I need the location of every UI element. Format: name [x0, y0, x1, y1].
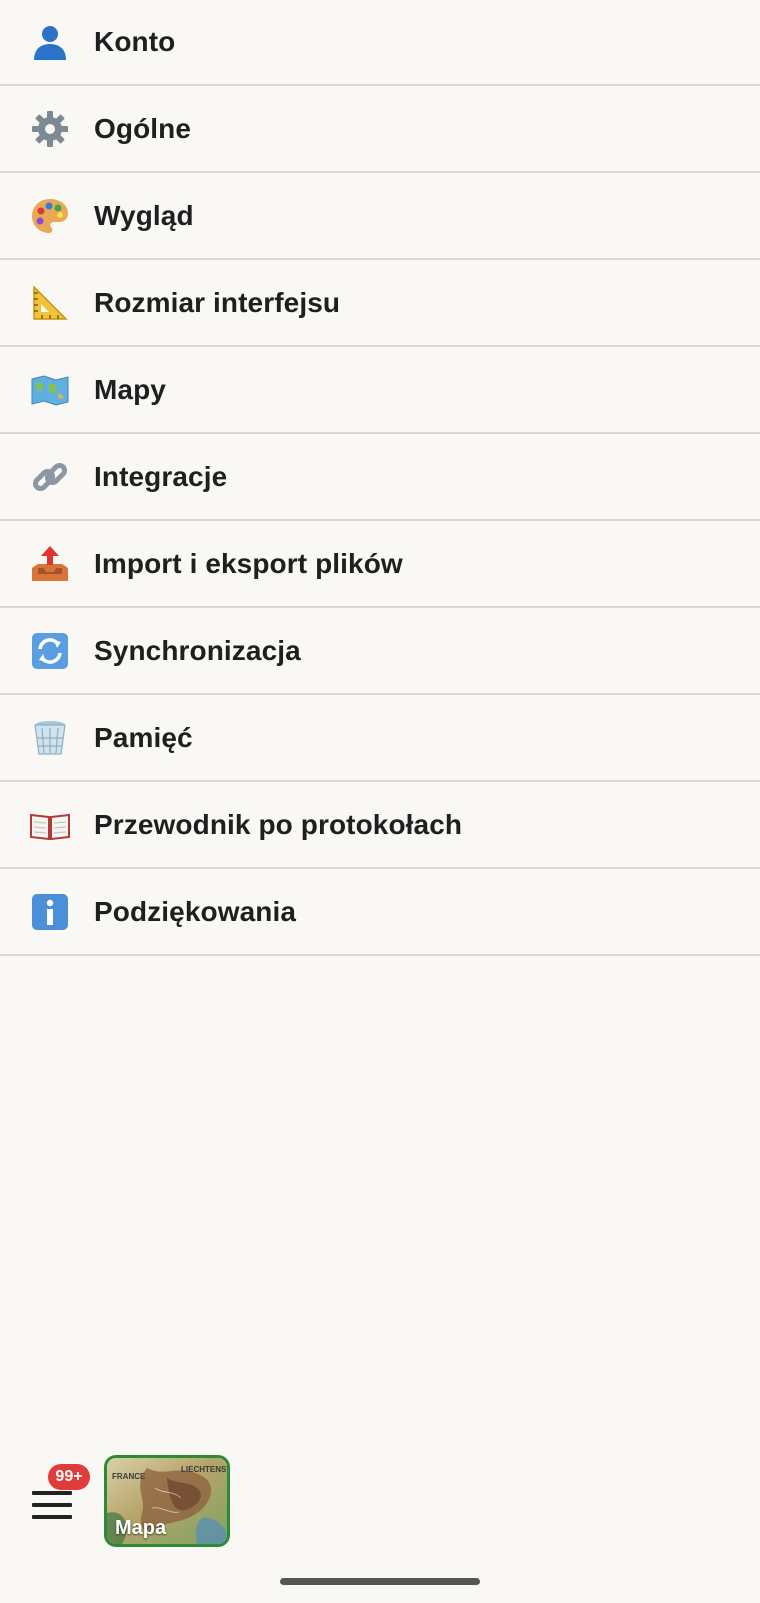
menu-item-label: Konto [94, 26, 176, 57]
menu-item-label: Ogólne [94, 112, 192, 144]
user-icon [28, 20, 72, 64]
bottom-bar: 99+ FRANCE LIECHTENST Mapa [0, 1448, 760, 1558]
menu-item-podziekowania[interactable]: Podziękowania [0, 869, 760, 956]
menu-item-mapy[interactable]: Mapy [0, 347, 760, 434]
hamburger-icon [32, 1491, 72, 1495]
menu-item-integracje[interactable]: Integracje [0, 434, 760, 521]
menu-item-wyglad[interactable]: Wygląd [0, 173, 760, 260]
map-region-label: FRANCE [112, 1472, 146, 1481]
gear-icon [28, 107, 72, 151]
menu-item-label: Wygląd [94, 199, 194, 231]
menu-item-label: Pamięć [94, 721, 193, 753]
hamburger-icon-bar [32, 1503, 72, 1507]
map-region-label: LIECHTENST [181, 1465, 230, 1474]
world-map-icon [28, 368, 72, 412]
notification-badge: 99+ [48, 1464, 90, 1490]
palette-icon [28, 194, 72, 238]
map-button[interactable]: FRANCE LIECHTENST Mapa [104, 1455, 230, 1547]
settings-menu: Konto Ogólne Wygląd Rozmiar interfejsu M… [0, 0, 760, 956]
link-icon [28, 455, 72, 499]
menu-item-przewodnik[interactable]: Przewodnik po protokołach [0, 782, 760, 869]
menu-item-pamiec[interactable]: Pamięć [0, 695, 760, 782]
wastebasket-icon [28, 716, 72, 760]
menu-item-label: Import i eksport plików [94, 547, 403, 579]
menu-item-label: Synchronizacja [94, 634, 301, 666]
menu-item-label: Podziękowania [94, 895, 297, 927]
map-button-label: Mapa [115, 1517, 167, 1539]
info-icon [28, 890, 72, 934]
menu-button[interactable] [32, 1489, 74, 1521]
menu-item-label: Mapy [94, 373, 166, 405]
open-book-icon [28, 803, 72, 847]
menu-item-label: Przewodnik po protokołach [94, 808, 463, 840]
outbox-tray-icon [28, 542, 72, 586]
menu-item-import-eksport[interactable]: Import i eksport plików [0, 521, 760, 608]
home-indicator[interactable] [280, 1578, 480, 1585]
menu-item-label: Integracje [94, 460, 228, 492]
menu-item-label: Rozmiar interfejsu [94, 286, 341, 318]
hamburger-icon-bar [32, 1515, 72, 1519]
ruler-triangle-icon [28, 281, 72, 325]
sync-arrows-icon [28, 629, 72, 673]
menu-item-rozmiar-interfejsu[interactable]: Rozmiar interfejsu [0, 260, 760, 347]
menu-item-konto[interactable]: Konto [0, 0, 760, 86]
menu-item-ogolne[interactable]: Ogólne [0, 86, 760, 173]
menu-item-synchronizacja[interactable]: Synchronizacja [0, 608, 760, 695]
